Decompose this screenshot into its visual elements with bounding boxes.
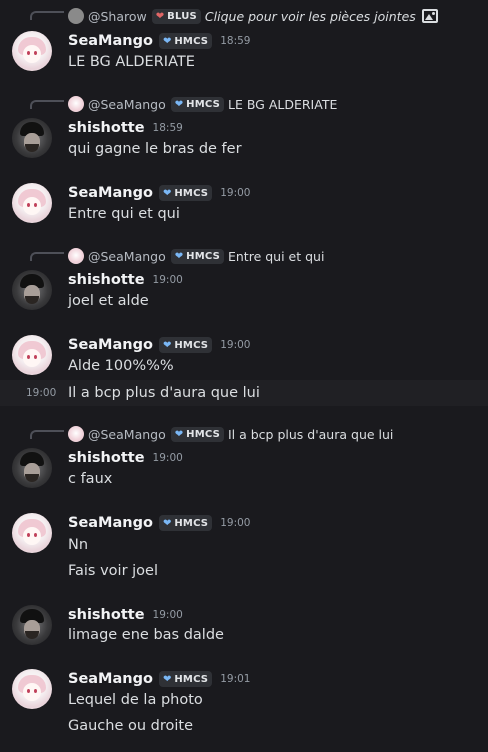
- reply-preview[interactable]: @SeaMango ❤ HMCS Il a bcp plus d'aura que…: [68, 425, 393, 443]
- username[interactable]: SeaMango: [68, 33, 153, 49]
- reply-text[interactable]: LE BG ALDERIATE: [228, 97, 337, 112]
- message-header: SeaMango ❤ HMCS 19:01: [68, 669, 250, 689]
- username[interactable]: SeaMango: [68, 515, 153, 531]
- message-text: Lequel de la photo: [68, 692, 203, 708]
- message-text: Gauche ou droite: [68, 718, 194, 734]
- message-text: joel et alde: [68, 293, 149, 309]
- message-header: shishotte 18:59: [68, 118, 183, 138]
- reply-text[interactable]: Clique pour voir les pièces jointes: [205, 9, 416, 24]
- heart-icon: ❤: [162, 517, 172, 529]
- message-text: Nn: [68, 537, 89, 553]
- role-tag: ❤ HMCS: [158, 33, 213, 49]
- reply-username[interactable]: @SeaMango: [88, 97, 166, 112]
- timestamp: 19:01: [220, 673, 251, 685]
- timestamp: 18:59: [220, 35, 251, 47]
- avatar[interactable]: [12, 605, 52, 645]
- message-header: SeaMango ❤ HMCS 18:59: [68, 31, 250, 51]
- message-text: Entre qui et qui: [68, 206, 180, 222]
- heart-icon: ❤: [174, 428, 184, 440]
- message-text: limage ene bas dalde: [68, 627, 224, 643]
- username[interactable]: SeaMango: [68, 337, 153, 353]
- timestamp: 18:59: [152, 122, 183, 134]
- heart-icon: ❤: [174, 250, 184, 262]
- reply-username[interactable]: @SeaMango: [88, 427, 166, 442]
- message-header: shishotte 19:00: [68, 605, 183, 625]
- reply-avatar: [68, 96, 84, 112]
- role-tag: ❤ HMCS: [170, 96, 224, 112]
- reply-preview[interactable]: @SeaMango ❤ HMCS Entre qui et qui: [68, 247, 324, 265]
- username[interactable]: shishotte: [68, 272, 145, 288]
- role-tag: ❤ HMCS: [158, 515, 213, 531]
- message-text: Alde 100%%%: [68, 358, 174, 374]
- image-icon: [421, 9, 438, 23]
- heart-icon: ❤: [174, 98, 184, 110]
- timestamp: 19:00: [152, 452, 183, 464]
- message-text: LE BG ALDERIATE: [68, 54, 195, 70]
- reply-connector: [30, 430, 64, 439]
- timestamp: 19:00: [220, 187, 251, 199]
- avatar[interactable]: [12, 31, 52, 71]
- role-tag: ❤ HMCS: [158, 337, 213, 353]
- timestamp: 19:00: [220, 339, 251, 351]
- heart-icon: ❤: [162, 339, 172, 351]
- heart-icon: ❤: [162, 187, 172, 199]
- username[interactable]: shishotte: [68, 450, 145, 466]
- reply-username[interactable]: @SeaMango: [88, 249, 166, 264]
- timestamp: 19:00: [152, 609, 183, 621]
- timestamp: 19:00: [26, 387, 57, 399]
- username[interactable]: SeaMango: [68, 671, 153, 687]
- reply-text[interactable]: Il a bcp plus d'aura que lui: [228, 427, 393, 442]
- message-text: Il a bcp plus d'aura que lui: [68, 385, 260, 401]
- reply-text[interactable]: Entre qui et qui: [228, 249, 324, 264]
- reply-avatar: [68, 248, 84, 264]
- avatar[interactable]: [12, 118, 52, 158]
- reply-avatar: [68, 426, 84, 442]
- avatar[interactable]: [12, 335, 52, 375]
- message-text: qui gagne le bras de fer: [68, 141, 242, 157]
- reply-connector: [30, 252, 64, 261]
- heart-icon: ❤: [155, 10, 165, 22]
- message-header: shishotte 19:00: [68, 448, 183, 468]
- avatar[interactable]: [12, 183, 52, 223]
- role-tag: ❤ HMCS: [158, 671, 213, 687]
- reply-preview[interactable]: @SeaMango ❤ HMCS LE BG ALDERIATE: [68, 95, 337, 113]
- reply-preview[interactable]: @Sharow ❤ BLUS Clique pour voir les pièce…: [68, 7, 438, 25]
- message-header: SeaMango ❤ HMCS 19:00: [68, 335, 250, 355]
- username[interactable]: shishotte: [68, 120, 145, 136]
- role-tag: ❤ HMCS: [158, 185, 213, 201]
- username[interactable]: shishotte: [68, 607, 145, 623]
- avatar[interactable]: [12, 513, 52, 553]
- role-tag: ❤ HMCS: [170, 248, 224, 264]
- reply-avatar: [68, 8, 84, 24]
- avatar[interactable]: [12, 270, 52, 310]
- chat-messages: @Sharow ❤ BLUS Clique pour voir les pièce…: [0, 0, 488, 752]
- heart-icon: ❤: [162, 673, 172, 685]
- message-header: SeaMango ❤ HMCS 19:00: [68, 183, 250, 203]
- heart-icon: ❤: [162, 35, 172, 47]
- reply-connector: [30, 11, 64, 20]
- message-text: Fais voir joel: [68, 563, 158, 579]
- username[interactable]: SeaMango: [68, 185, 153, 201]
- message-header: SeaMango ❤ HMCS 19:00: [68, 513, 250, 533]
- avatar[interactable]: [12, 448, 52, 488]
- role-tag: ❤ BLUS: [151, 8, 201, 24]
- role-tag: ❤ HMCS: [170, 426, 224, 442]
- avatar[interactable]: [12, 669, 52, 709]
- reply-username[interactable]: @Sharow: [88, 9, 147, 24]
- message-header: shishotte 19:00: [68, 270, 183, 290]
- timestamp: 19:00: [220, 517, 251, 529]
- message-text: c faux: [68, 471, 113, 487]
- reply-connector: [30, 100, 64, 109]
- timestamp: 19:00: [152, 274, 183, 286]
